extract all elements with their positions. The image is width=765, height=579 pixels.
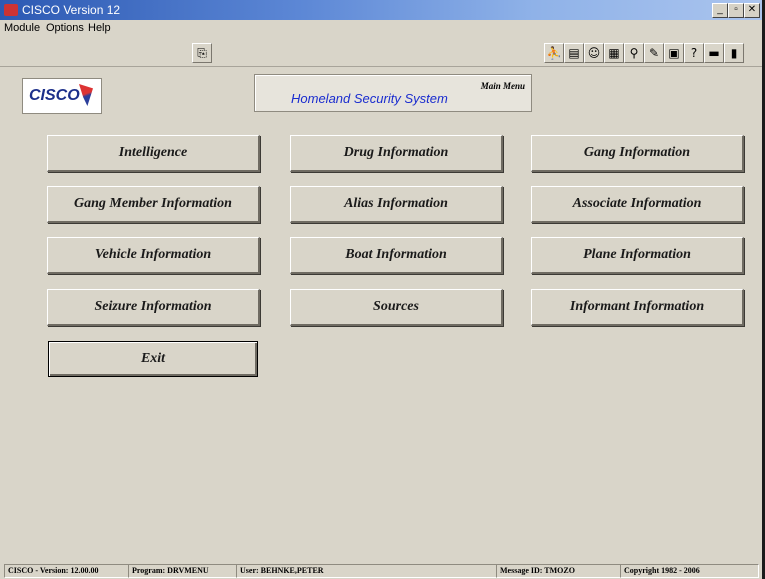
logo-mark-icon — [79, 84, 93, 106]
associate-information-button[interactable]: Associate Information — [531, 186, 744, 223]
app-window: CISCO Version 12 _ ▫ ✕ Module Options He… — [0, 0, 763, 579]
status-program: Program: DRVMENU — [128, 564, 237, 578]
help-icon[interactable]: ? — [684, 43, 704, 63]
open-icon[interactable]: ⎘ — [192, 43, 212, 63]
door-icon[interactable]: ▮ — [724, 43, 744, 63]
gang-member-information-button[interactable]: Gang Member Information — [47, 186, 260, 223]
sources-button[interactable]: Sources — [290, 289, 503, 326]
menu-module[interactable]: Module — [4, 22, 40, 34]
header-panel: Main Menu Homeland Security System — [254, 74, 532, 112]
informant-information-button[interactable]: Informant Information — [531, 289, 744, 326]
exit-person-icon[interactable]: ⛹ — [544, 43, 564, 63]
alias-information-button[interactable]: Alias Information — [290, 186, 503, 223]
seizure-information-button[interactable]: Seizure Information — [47, 289, 260, 326]
window-title: CISCO Version 12 — [22, 3, 121, 17]
notes-icon[interactable]: ▤ — [564, 43, 584, 63]
gang-information-button[interactable]: Gang Information — [531, 135, 744, 172]
boat-information-button[interactable]: Boat Information — [290, 237, 503, 274]
minimize-button[interactable]: _ — [712, 3, 728, 18]
restore-button[interactable]: ▫ — [728, 3, 744, 18]
status-version: CISCO - Version: 12.00.00 — [4, 564, 129, 578]
menu-options[interactable]: Options — [46, 22, 84, 34]
picture-icon[interactable]: ▦ — [604, 43, 624, 63]
system-title: Homeland Security System — [291, 91, 448, 106]
status-bar: CISCO - Version: 12.00.00 Program: DRVME… — [0, 562, 762, 579]
drug-information-button[interactable]: Drug Information — [290, 135, 503, 172]
edit-icon[interactable]: ✎ — [644, 43, 664, 63]
app-icon — [4, 4, 18, 16]
toolbar: ⎘ ⛹ ▤ ☺ ▦ ⚲ ✎ ▣ ? ▬ ▮ — [0, 38, 762, 67]
title-bar[interactable]: CISCO Version 12 _ ▫ ✕ — [0, 0, 762, 20]
magnifier-icon[interactable]: ⚲ — [624, 43, 644, 63]
status-user: User: BEHNKE,PETER — [236, 564, 497, 578]
close-button[interactable]: ✕ — [744, 3, 760, 18]
folder-icon[interactable]: ▬ — [704, 43, 724, 63]
intelligence-button[interactable]: Intelligence — [47, 135, 260, 172]
main-menu-label: Main Menu — [480, 81, 525, 91]
smiley-icon[interactable]: ☺ — [584, 43, 604, 63]
calculator-icon[interactable]: ▣ — [664, 43, 684, 63]
status-message-id: Message ID: TMOZO — [496, 564, 621, 578]
exit-button[interactable]: Exit — [48, 341, 258, 377]
menu-bar: Module Options Help — [0, 20, 762, 38]
menu-help[interactable]: Help — [88, 22, 111, 34]
vehicle-information-button[interactable]: Vehicle Information — [47, 237, 260, 274]
plane-information-button[interactable]: Plane Information — [531, 237, 744, 274]
cisco-logo: CISCO — [22, 78, 102, 114]
logo-text: CISCO — [29, 87, 80, 104]
status-copyright: Copyright 1982 - 2006 — [620, 564, 759, 578]
